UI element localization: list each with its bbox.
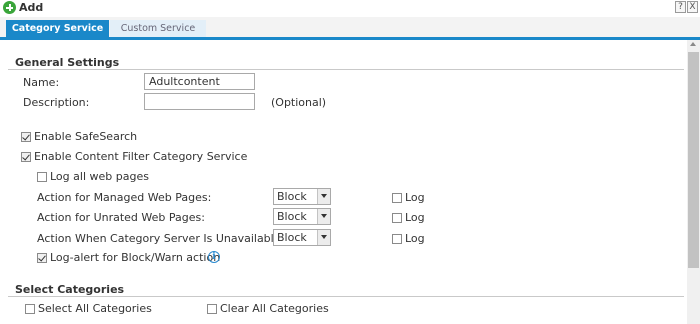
help-button[interactable]: ? <box>675 1 686 13</box>
optional-hint: (Optional) <box>271 96 327 109</box>
action-unrated-label: Action for Unrated Web Pages: <box>37 211 205 224</box>
action-managed-label: Action for Managed Web Pages: <box>37 191 212 204</box>
dialog-title: Add <box>19 1 44 14</box>
enable-safesearch-label: Enable SafeSearch <box>34 130 138 143</box>
action-unrated-select[interactable]: Block <box>273 208 331 225</box>
section-divider <box>8 69 684 70</box>
tab-custom-service[interactable]: Custom Service <box>110 20 206 38</box>
general-settings-heading: General Settings <box>15 56 120 69</box>
chevron-down-icon <box>317 189 330 204</box>
scrollbar-thumb[interactable] <box>688 52 699 268</box>
clear-all-categories-checkbox[interactable] <box>207 304 217 314</box>
description-label: Description: <box>23 96 90 109</box>
log-all-web-pages-label: Log all web pages <box>50 170 149 183</box>
select-all-categories-checkbox[interactable] <box>25 304 35 314</box>
enable-content-filter-label: Enable Content Filter Category Service <box>34 150 248 163</box>
select-categories-heading: Select Categories <box>15 283 125 296</box>
action-managed-select[interactable]: Block <box>273 188 331 205</box>
log-unrated-checkbox[interactable] <box>392 213 402 223</box>
action-unavailable-select[interactable]: Block <box>273 229 331 246</box>
log-unavailable-checkbox[interactable] <box>392 234 402 244</box>
description-field[interactable] <box>144 93 255 110</box>
enable-content-filter-checkbox[interactable] <box>21 152 31 162</box>
log-managed-checkbox[interactable] <box>392 193 402 203</box>
log-unavailable-label: Log <box>405 232 425 245</box>
title-bar <box>0 0 700 16</box>
scroll-up-arrow-icon[interactable] <box>690 42 696 46</box>
log-unrated-label: Log <box>405 211 425 224</box>
section-divider <box>8 296 684 297</box>
tab-underline <box>0 37 700 40</box>
action-managed-value: Block <box>277 190 307 203</box>
info-icon[interactable]: i <box>208 251 220 263</box>
chevron-down-icon <box>317 209 330 224</box>
name-label: Name: <box>23 76 60 89</box>
action-unavailable-label: Action When Category Server Is Unavailab… <box>37 232 285 245</box>
log-managed-label: Log <box>405 191 425 204</box>
select-all-categories-label: Select All Categories <box>38 302 152 315</box>
name-field[interactable] <box>144 73 255 90</box>
enable-safesearch-checkbox[interactable] <box>21 132 31 142</box>
action-unrated-value: Block <box>277 210 307 223</box>
log-alert-checkbox[interactable] <box>37 253 47 263</box>
chevron-down-icon <box>317 230 330 245</box>
add-circle-icon <box>3 1 16 14</box>
clear-all-categories-label: Clear All Categories <box>220 302 329 315</box>
close-button[interactable]: X <box>687 1 698 13</box>
tab-category-service[interactable]: Category Service <box>6 20 109 38</box>
log-alert-label: Log-alert for Block/Warn action <box>50 251 221 264</box>
log-all-web-pages-checkbox[interactable] <box>37 172 47 182</box>
action-unavailable-value: Block <box>277 231 307 244</box>
